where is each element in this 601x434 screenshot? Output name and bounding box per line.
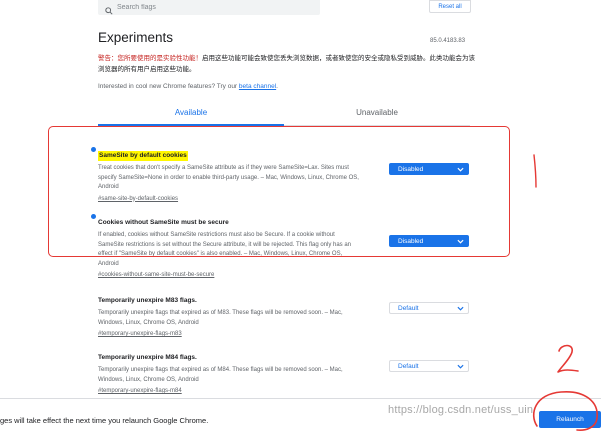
interest-text: Interested in cool new Chrome features? … [98, 83, 239, 90]
annotation-number-2 [555, 343, 581, 380]
flag-description: Temporarily unexpire flags that expired … [98, 367, 343, 383]
watermark-text: https://blog.csdn.net/uss_uin [388, 404, 534, 416]
flag-item-unexpire-m83: Temporarily unexpire M83 flags. Temporar… [98, 289, 471, 337]
warning-text: 警告：您所要使用的是实验性功能！启用这些功能可能会致使您丢失浏览数据，或者致使您… [98, 53, 478, 75]
flag-anchor-link[interactable]: #temporary-unexpire-flags-m84 [98, 388, 471, 394]
flag-anchor-link[interactable]: #cookies-without-same-site-must-be-secur… [98, 272, 471, 278]
search-input[interactable] [117, 0, 307, 14]
flag-select-unexpire-m84[interactable]: Default [389, 360, 469, 372]
annotation-highlight-box [48, 126, 510, 257]
reset-all-button[interactable]: Reset all [429, 0, 471, 13]
flag-item-unexpire-m84: Temporarily unexpire M84 flags. Temporar… [98, 346, 471, 394]
chevron-down-icon [457, 363, 464, 375]
tab-unavailable[interactable]: Unavailable [284, 101, 470, 126]
search-box[interactable] [98, 0, 320, 15]
beta-channel-link[interactable]: beta channel [239, 83, 276, 90]
select-value: Default [398, 305, 419, 312]
interest-line: Interested in cool new Chrome features? … [98, 83, 278, 90]
search-icon [105, 2, 113, 20]
flag-select-unexpire-m83[interactable]: Default [389, 302, 469, 314]
warning-prefix: 警告：您所要使用的是实验性功能！ [98, 55, 202, 62]
flag-name: Temporarily unexpire M84 flags. [98, 354, 197, 361]
select-value: Default [398, 363, 419, 370]
flag-anchor-link[interactable]: #temporary-unexpire-flags-m83 [98, 331, 471, 337]
tab-available[interactable]: Available [98, 101, 284, 126]
chevron-down-icon [457, 305, 464, 317]
relaunch-message: ges will take effect the next time you r… [0, 416, 209, 425]
flag-description: Temporarily unexpire flags that expired … [98, 310, 343, 326]
page-title: Experiments [98, 30, 174, 45]
annotation-number-1 [531, 152, 541, 195]
flag-name: Temporarily unexpire M83 flags. [98, 297, 197, 304]
interest-end: . [276, 83, 278, 90]
version-number: 85.0.4183.83 [430, 38, 466, 44]
annotation-circle [527, 386, 601, 434]
